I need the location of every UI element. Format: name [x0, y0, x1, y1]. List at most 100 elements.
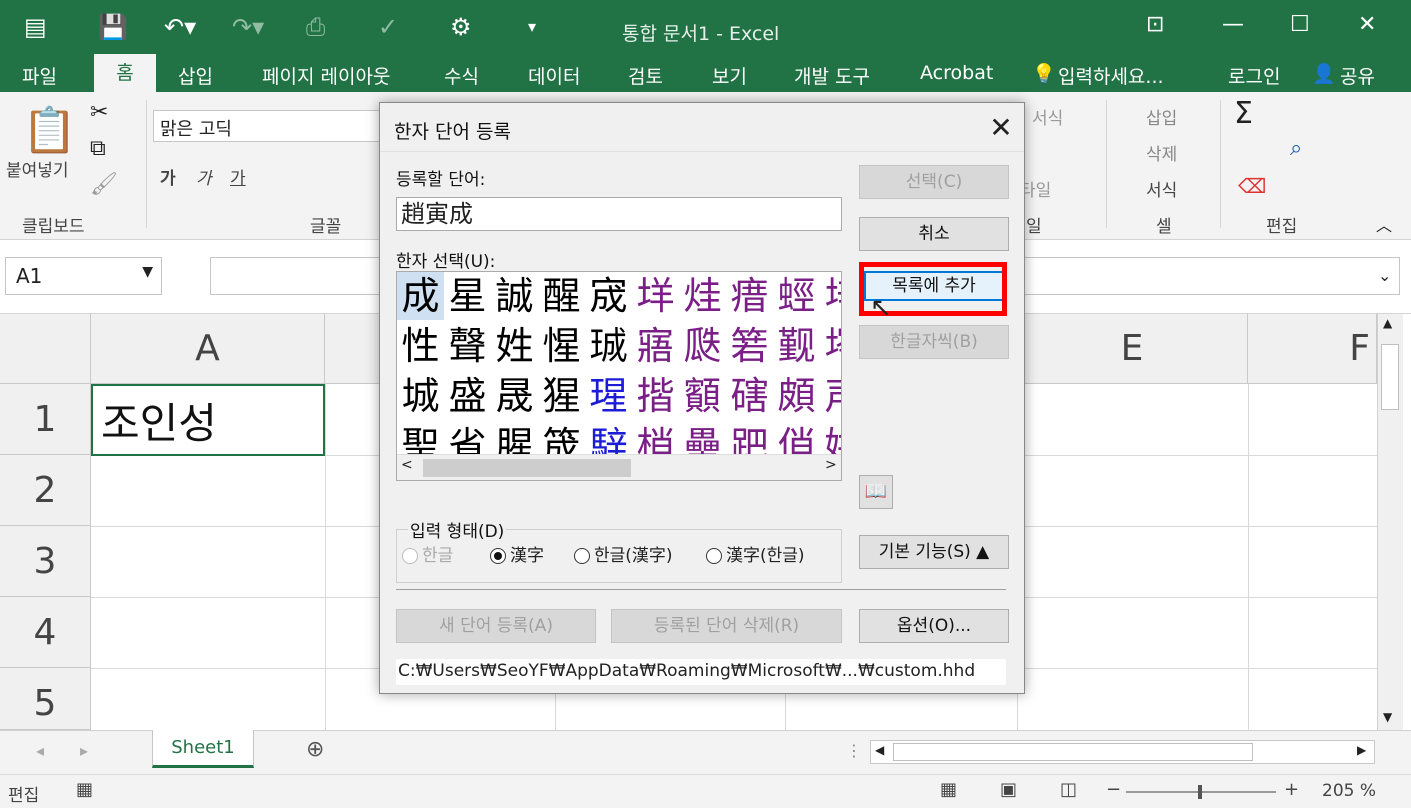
row-header-4[interactable]: 4: [0, 597, 91, 668]
tab-acrobat[interactable]: Acrobat: [920, 62, 993, 84]
paste-icon[interactable]: 📋: [22, 104, 77, 156]
hanja-candidate[interactable]: 成: [397, 272, 444, 320]
hanja-candidate[interactable]: 箬: [726, 322, 773, 370]
radio-hangul-hanja[interactable]: 한글(漢字): [574, 541, 673, 566]
hanja-candidate[interactable]: 珹: [585, 322, 632, 370]
hanja-candidate[interactable]: 觐: [773, 322, 820, 370]
page-break-view-icon[interactable]: ◫: [1060, 779, 1077, 800]
new-word-button[interactable]: 새 단어 등록(A): [396, 609, 596, 643]
column-header-f[interactable]: F: [1248, 314, 1377, 384]
bold-button[interactable]: 가: [160, 164, 176, 189]
hanja-candidate[interactable]: 城: [397, 372, 444, 420]
insert-cells-button[interactable]: 삽입: [1146, 104, 1177, 129]
expand-formula-icon[interactable]: ⌄: [1378, 266, 1391, 285]
hanja-candidate[interactable]: 埁: [820, 322, 841, 370]
dictionary-icon[interactable]: 📖: [859, 475, 893, 509]
print-preview-icon[interactable]: ⎙: [306, 12, 325, 42]
cut-icon[interactable]: ✂: [90, 100, 108, 125]
user-icon[interactable]: 👤: [1312, 62, 1336, 85]
row-header-1[interactable]: 1: [0, 384, 91, 455]
hanja-candidate[interactable]: 頗: [773, 372, 820, 420]
cell-a1[interactable]: 조인성: [91, 384, 325, 456]
italic-button[interactable]: 가: [196, 164, 212, 189]
hanja-candidate[interactable]: 誠: [491, 272, 538, 320]
autosum-icon[interactable]: Σ: [1234, 96, 1253, 131]
macro-record-icon[interactable]: ▦: [76, 779, 93, 800]
delete-cells-button[interactable]: 삭제: [1146, 140, 1177, 165]
scroll-left-icon[interactable]: <: [401, 457, 413, 473]
hanja-candidate[interactable]: 瑆: [585, 372, 632, 420]
zoom-out-icon[interactable]: −: [1106, 779, 1121, 800]
word-input[interactable]: 趙寅成: [396, 197, 842, 231]
delete-word-button[interactable]: 등록된 단어 삭제(R): [611, 609, 842, 643]
hanja-candidate[interactable]: 蛵: [773, 272, 820, 320]
cancel-button[interactable]: 취소: [859, 217, 1009, 251]
tab-file[interactable]: 파일: [22, 62, 57, 89]
hanja-candidate[interactable]: 性: [397, 322, 444, 370]
prev-sheet-icon[interactable]: ◂: [36, 741, 44, 760]
hanja-candidate[interactable]: 晟: [491, 372, 538, 420]
minimize-icon[interactable]: —: [1222, 12, 1244, 37]
ribbon-display-icon[interactable]: ⊡: [1146, 12, 1164, 37]
hanja-candidate[interactable]: 瘄: [726, 272, 773, 320]
tab-formulas[interactable]: 수식: [444, 62, 479, 89]
spelling-icon[interactable]: ✓: [378, 12, 398, 42]
hanja-candidate[interactable]: 烓: [679, 272, 726, 320]
select-all-corner[interactable]: [0, 314, 91, 384]
tab-home[interactable]: 홈: [94, 54, 156, 92]
underline-button[interactable]: 가: [230, 164, 246, 189]
radio-hanja[interactable]: 漢字: [490, 541, 544, 566]
tab-data[interactable]: 데이터: [528, 62, 580, 89]
tab-page-layout[interactable]: 페이지 레이아웃: [262, 62, 390, 89]
column-header-e[interactable]: E: [1017, 314, 1248, 384]
zoom-slider-thumb[interactable]: [1198, 785, 1202, 799]
hanja-candidate[interactable]: 垶: [820, 272, 841, 320]
format-cells-button[interactable]: 서식: [1146, 176, 1177, 201]
tab-view[interactable]: 보기: [712, 62, 747, 89]
radio-hanja-hangul[interactable]: 漢字(한글): [706, 541, 805, 566]
hanja-candidate[interactable]: 磍: [726, 372, 773, 420]
conditional-format-fragment[interactable]: 서식: [1032, 104, 1063, 129]
scroll-up-icon[interactable]: ▲: [1383, 316, 1392, 330]
tab-review[interactable]: 검토: [628, 62, 663, 89]
login-link[interactable]: 로그인: [1228, 62, 1280, 89]
normal-view-icon[interactable]: ▦: [940, 779, 957, 800]
row-header-3[interactable]: 3: [0, 526, 91, 597]
hanja-candidate[interactable]: 惺: [538, 322, 585, 370]
hanja-candidate[interactable]: 瓞: [679, 322, 726, 370]
hanja-candidate[interactable]: 声: [820, 372, 841, 420]
hanja-candidate[interactable]: 揩: [632, 372, 679, 420]
row-header-2[interactable]: 2: [0, 455, 91, 526]
zoom-in-icon[interactable]: +: [1284, 779, 1299, 800]
maximize-icon[interactable]: ☐: [1290, 12, 1310, 37]
tab-developer[interactable]: 개발 도구: [794, 62, 870, 89]
copy-icon[interactable]: ⧉: [90, 136, 106, 161]
share-button[interactable]: 공유: [1340, 62, 1375, 89]
page-layout-view-icon[interactable]: ▣: [1000, 779, 1017, 800]
select-button[interactable]: 선택(C): [859, 165, 1009, 199]
radio-hangul[interactable]: 한글: [402, 541, 453, 566]
hanja-candidate[interactable]: 宬: [585, 272, 632, 320]
split-handle-icon[interactable]: ⋮: [846, 741, 862, 760]
hanja-candidate[interactable]: 星: [444, 272, 491, 320]
format-painter-icon[interactable]: 🖌: [90, 172, 118, 197]
hanja-candidate[interactable]: 盛: [444, 372, 491, 420]
sheet-tab-sheet1[interactable]: Sheet1: [152, 730, 254, 768]
tab-insert[interactable]: 삽입: [178, 62, 213, 89]
hanja-list[interactable]: 成星誠醒宬垟烓瘄蛵垶 性聲姓惺珹寤瓞箬觐埁 城盛晟猩瑆揩顮磍頗声 聖省腥筬騂梢壘…: [396, 271, 842, 481]
paste-label[interactable]: 붙여넣기: [6, 156, 69, 181]
hanja-scroll-thumb[interactable]: [423, 459, 631, 477]
horizontal-scroll-thumb[interactable]: [893, 743, 1253, 761]
row-header-5[interactable]: 5: [0, 668, 91, 730]
zoom-level[interactable]: 205 %: [1322, 781, 1376, 801]
clear-icon[interactable]: ⌫: [1238, 174, 1266, 198]
hanja-candidate[interactable]: 猩: [538, 372, 585, 420]
hangul-each-button[interactable]: 한글자씩(B): [859, 325, 1009, 359]
redo-icon[interactable]: ↷▾: [232, 12, 264, 42]
save-icon[interactable]: 💾: [98, 12, 128, 42]
chevron-down-icon[interactable]: ▼: [142, 264, 153, 280]
qat-dropdown-icon[interactable]: ▾: [528, 12, 536, 42]
scroll-left-icon[interactable]: ◀: [875, 743, 884, 757]
find-icon[interactable]: ⌕: [1290, 136, 1302, 161]
hanja-candidate[interactable]: 垟: [632, 272, 679, 320]
